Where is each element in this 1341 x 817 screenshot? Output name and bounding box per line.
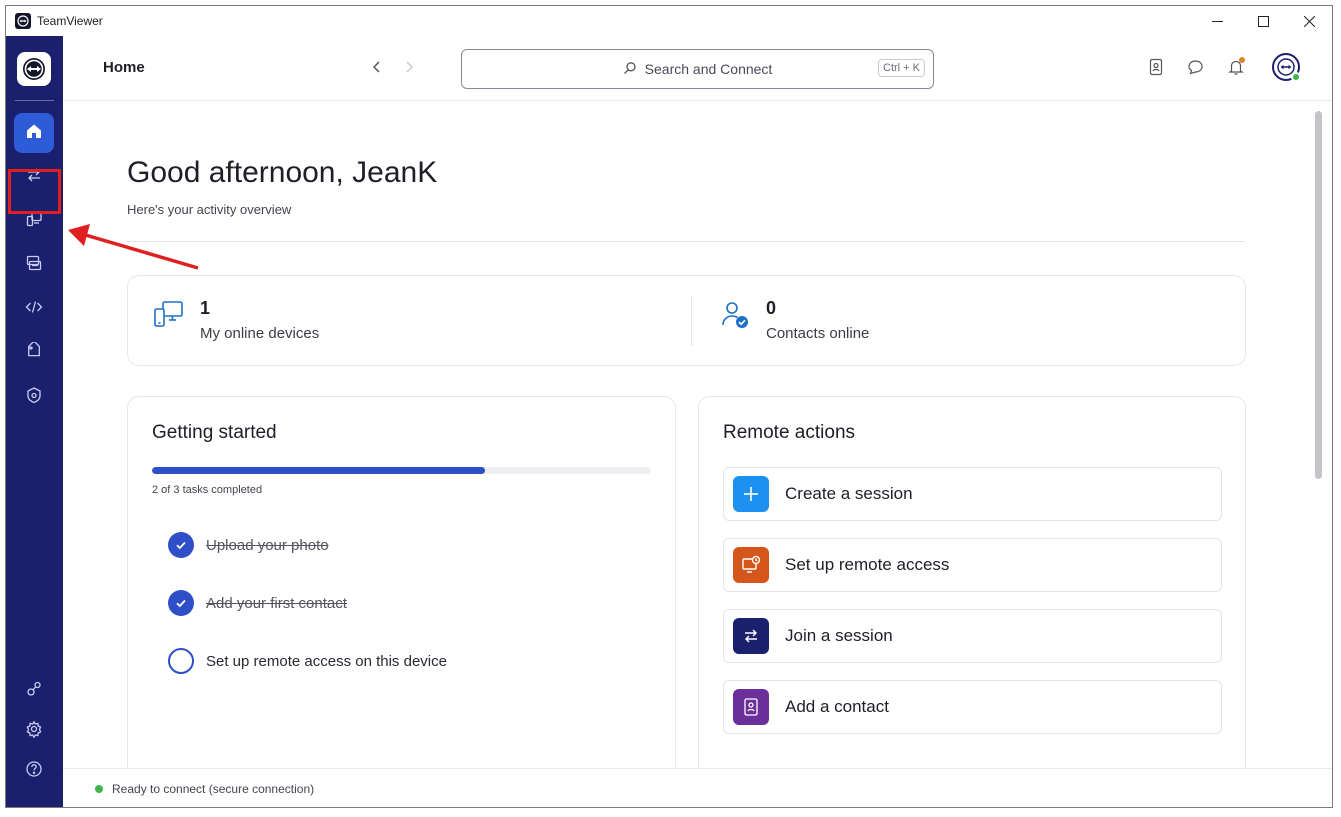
rail-item-tickets[interactable]: [14, 333, 54, 373]
add-contact-button[interactable]: Add a contact: [723, 680, 1222, 734]
action-label: Set up remote access: [785, 555, 950, 574]
stat-value: 0: [766, 298, 777, 318]
devices-icon: [152, 298, 186, 342]
teamviewer-logo-icon: [15, 13, 31, 29]
action-label: Add a contact: [785, 697, 889, 716]
search-placeholder: Search and Connect: [644, 61, 773, 77]
minimize-button[interactable]: [1194, 6, 1240, 36]
search-input[interactable]: Search and Connect Ctrl + K: [461, 49, 934, 89]
action-label: Create a session: [785, 484, 913, 503]
status-text: Ready to connect (secure connection): [112, 782, 315, 796]
chat-button[interactable]: [1184, 55, 1208, 79]
card-title: Getting started: [152, 422, 277, 443]
home-icon: [25, 122, 43, 145]
window-title: TeamViewer: [37, 14, 103, 28]
action-label: Join a session: [785, 626, 893, 645]
shield-gear-icon: [25, 386, 43, 409]
swap-arrows-icon: [733, 618, 769, 654]
task-remote-access[interactable]: Set up remote access on this device: [168, 648, 447, 674]
progress-fill: [152, 467, 485, 474]
stat-text: 0 Contacts online: [766, 298, 869, 342]
teamviewer-logo-icon[interactable]: [17, 52, 51, 86]
maximize-button[interactable]: [1240, 6, 1286, 36]
rail-item-help[interactable]: [14, 751, 54, 791]
rail-item-community[interactable]: [14, 671, 54, 711]
progress-bar: [152, 467, 651, 474]
online-status-dot: [1291, 72, 1301, 82]
task-add-contact[interactable]: Add your first contact: [168, 590, 347, 616]
status-bar: Ready to connect (secure connection): [63, 768, 1332, 807]
greeting-subtitle: Here's your activity overview: [127, 202, 292, 217]
task-label: Upload your photo: [206, 536, 329, 554]
contact-check-icon: [718, 298, 752, 342]
stat-label: Contacts online: [766, 325, 870, 342]
top-bar: Home Search and Connect Ctrl + K: [63, 36, 1332, 101]
help-icon: [25, 760, 43, 783]
contact-book-icon: [733, 689, 769, 725]
search-shortcut-badge: Ctrl + K: [878, 59, 925, 77]
getting-started-card: Getting started 2 of 3 tasks completed U…: [127, 396, 676, 807]
rail-item-integrations[interactable]: [14, 289, 54, 329]
top-actions: [1144, 53, 1301, 82]
gear-icon: [25, 720, 43, 743]
rail-item-sessions[interactable]: [14, 245, 54, 285]
section-divider: [127, 241, 1245, 242]
notifications-button[interactable]: [1224, 55, 1248, 79]
window-controls: [1194, 6, 1332, 36]
code-icon: [25, 298, 43, 321]
avatar[interactable]: [1272, 53, 1301, 82]
stat-contacts-online[interactable]: 0 Contacts online: [718, 298, 869, 342]
search-placeholder-group: Search and Connect: [623, 61, 773, 78]
stat-online-devices[interactable]: 1 My online devices: [152, 298, 319, 342]
history-nav: [368, 58, 418, 81]
contact-book-button[interactable]: [1144, 55, 1168, 79]
stat-label: My online devices: [200, 325, 320, 342]
stat-text: 1 My online devices: [200, 298, 319, 342]
rail-item-settings[interactable]: [14, 711, 54, 751]
forward-button[interactable]: [400, 58, 418, 81]
task-label: Add your first contact: [206, 594, 347, 612]
notification-dot: [1239, 57, 1245, 63]
tag-icon: [25, 339, 43, 365]
rail-item-security[interactable]: [14, 377, 54, 417]
empty-circle-icon: [168, 648, 194, 674]
join-session-button[interactable]: Join a session: [723, 609, 1222, 663]
back-button[interactable]: [368, 58, 386, 81]
check-icon: [168, 532, 194, 558]
community-icon: [25, 680, 43, 703]
check-icon: [168, 590, 194, 616]
task-label: Set up remote access on this device: [206, 652, 447, 670]
create-session-button[interactable]: Create a session: [723, 467, 1222, 521]
task-upload-photo[interactable]: Upload your photo: [168, 532, 329, 558]
annotation-arrow: [68, 224, 199, 270]
status-dot: [95, 785, 103, 793]
remote-actions-card: Remote actions Create a session Set up r…: [698, 396, 1246, 807]
monitor-clock-icon: [733, 547, 769, 583]
plus-icon: [733, 476, 769, 512]
rail-divider: [15, 100, 54, 101]
title-bar: TeamViewer: [6, 6, 1332, 36]
session-screens-icon: [25, 254, 43, 277]
card-title: Remote actions: [723, 422, 856, 443]
progress-text: 2 of 3 tasks completed: [152, 484, 263, 496]
search-icon: [623, 61, 637, 78]
main-content: Home Search and Connect Ctrl + K Good af…: [63, 36, 1332, 807]
stat-value: 1: [200, 298, 211, 318]
app-window: TeamViewer Home Search and Connect Ctrl …: [5, 5, 1333, 808]
setup-remote-access-button[interactable]: Set up remote access: [723, 538, 1222, 592]
greeting-title: Good afternoon, JeanK: [127, 156, 438, 189]
stat-divider: [691, 296, 692, 346]
close-button[interactable]: [1286, 6, 1332, 36]
annotation-highlight-box: [8, 169, 61, 214]
page-title: Home: [103, 59, 145, 76]
scrollbar-thumb[interactable]: [1315, 111, 1322, 479]
stats-card: 1 My online devices 0 Contacts online: [127, 275, 1246, 366]
rail-item-home[interactable]: [14, 113, 54, 153]
nav-rail: [6, 36, 63, 807]
